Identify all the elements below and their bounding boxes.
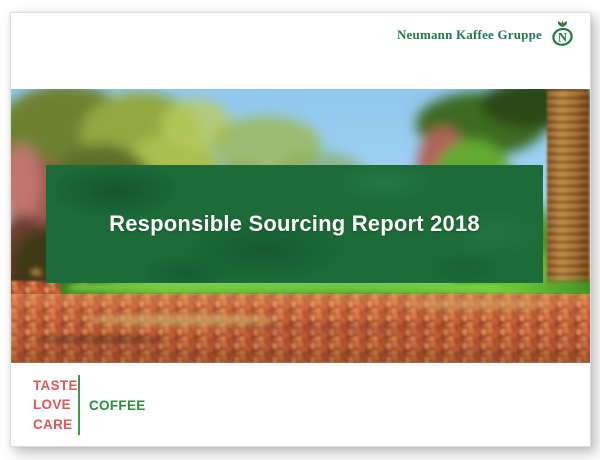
title-banner: Responsible Sourcing Report 2018 xyxy=(46,165,543,283)
tagline-block: TASTE LOVE CARE xyxy=(33,374,78,436)
report-title: Responsible Sourcing Report 2018 xyxy=(109,211,480,237)
nkg-logo: N xyxy=(551,20,574,48)
tagline-love: LOVE xyxy=(33,395,78,415)
brand-name: Neumann Kaffee Gruppe xyxy=(397,25,542,43)
svg-text:N: N xyxy=(558,30,568,45)
brand-header: Neumann Kaffee Gruppe N xyxy=(397,13,574,55)
slide-card: Neumann Kaffee Gruppe N xyxy=(10,12,591,447)
taste-love-care-mark: TASTE LOVE CARE COFFEE xyxy=(33,374,146,436)
coffee-label: COFFEE xyxy=(80,374,146,436)
tagline-taste: TASTE xyxy=(33,376,78,396)
page-background: Neumann Kaffee Gruppe N xyxy=(0,0,600,460)
tagline-care: CARE xyxy=(33,415,78,435)
